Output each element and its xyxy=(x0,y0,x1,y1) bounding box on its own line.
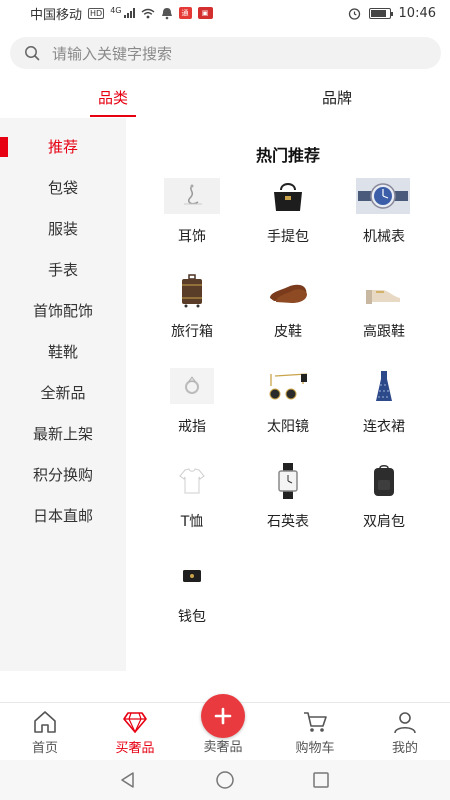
product-category-label: 耳饰 xyxy=(178,229,206,245)
battery-icon xyxy=(368,7,393,19)
heels-icon xyxy=(356,273,412,309)
ring-icon xyxy=(170,368,214,404)
backpack-icon xyxy=(356,463,412,499)
nav-home[interactable]: 首页 xyxy=(0,703,90,761)
sidebar-item-brand-new[interactable]: 全新品 xyxy=(0,372,126,413)
status-bar: 中国移动 HD 4G 通 ▣ 10:46 xyxy=(0,0,450,26)
product-category-label: 戒指 xyxy=(178,419,206,435)
product-category-label: 皮鞋 xyxy=(274,324,302,340)
nav-profile-label: 我的 xyxy=(391,741,418,756)
status-right: 10:46 xyxy=(348,6,436,21)
search-placeholder: 请输入关键字搜索 xyxy=(52,44,173,63)
nav-cart[interactable]: 购物车 xyxy=(270,703,360,761)
home-icon xyxy=(34,711,56,733)
sidebar-item-bags[interactable]: 包袋 xyxy=(0,167,126,208)
product-category-label: T恤 xyxy=(180,514,204,530)
handbag-icon xyxy=(260,178,316,214)
product-category-label: 太阳镜 xyxy=(267,419,309,435)
home-system-button[interactable] xyxy=(214,770,236,790)
sidebar-item-points-exchange[interactable]: 积分换购 xyxy=(0,454,126,495)
nav-buy-luxury-label: 买奢品 xyxy=(115,741,155,756)
plus-icon xyxy=(214,707,232,725)
recents-square-icon xyxy=(313,772,329,788)
back-triangle-icon xyxy=(121,772,134,788)
suitcase-icon xyxy=(164,273,220,309)
product-category-tshirt[interactable]: T恤 xyxy=(142,463,242,543)
sidebar-item-recommend[interactable]: 推荐 xyxy=(0,126,126,167)
nav-sell-luxury-label[interactable]: 卖奢品 xyxy=(178,736,268,755)
product-category-label: 双肩包 xyxy=(363,514,405,530)
product-category-label: 钱包 xyxy=(178,609,206,625)
signal-icon xyxy=(123,8,135,18)
product-category-label: 高跟鞋 xyxy=(363,324,405,340)
sidebar-item-watches[interactable]: 手表 xyxy=(0,249,126,290)
wallet-icon xyxy=(164,558,220,594)
quartz-watch-icon xyxy=(260,463,316,499)
tshirt-icon xyxy=(164,463,220,499)
sidebar-item-japan-direct[interactable]: 日本直邮 xyxy=(0,495,126,536)
carrier-name: 中国移动 xyxy=(30,7,83,23)
product-category-label: 连衣裙 xyxy=(363,419,405,435)
earring-icon xyxy=(164,178,220,214)
nav-profile[interactable]: 我的 xyxy=(360,703,450,761)
product-category-mechanical-watch[interactable]: 机械表 xyxy=(334,178,434,258)
app-news-icon: ▣ xyxy=(197,7,213,19)
sell-luxury-button[interactable] xyxy=(201,694,245,738)
sidebar-item-clothing[interactable]: 服装 xyxy=(0,208,126,249)
sidebar-item-new-arrivals[interactable]: 最新上架 xyxy=(0,413,126,454)
status-left: 中国移动 HD 4G 通 ▣ xyxy=(30,4,213,23)
user-icon xyxy=(394,712,416,734)
nav-home-label: 首页 xyxy=(31,741,58,756)
app-notice-icon: 通 xyxy=(178,7,192,19)
product-category-sunglasses[interactable]: 太阳镜 xyxy=(238,368,338,448)
back-button[interactable] xyxy=(117,770,139,790)
wifi-icon xyxy=(141,8,154,18)
nav-cart-label: 购物车 xyxy=(295,741,335,756)
tab-brand[interactable]: 品牌 xyxy=(314,76,360,118)
product-category-backpack[interactable]: 双肩包 xyxy=(334,463,434,543)
product-category-dress[interactable]: 连衣裙 xyxy=(334,368,434,448)
watch-icon xyxy=(356,178,410,214)
system-nav-bar xyxy=(0,760,450,800)
search-icon xyxy=(25,46,40,61)
product-category-high-heels[interactable]: 高跟鞋 xyxy=(334,273,434,353)
diamond-icon xyxy=(123,712,147,734)
status-time: 10:46 xyxy=(398,5,436,21)
sidebar-item-jewelry[interactable]: 首饰配饰 xyxy=(0,290,126,331)
hd-badge: HD xyxy=(88,7,105,19)
sidebar-item-shoes[interactable]: 鞋靴 xyxy=(0,331,126,372)
battery-level xyxy=(370,9,386,17)
category-sidebar: 推荐 包袋 服装 手表 首饰配饰 鞋靴 全新品 最新上架 积分换购 日本直邮 xyxy=(0,118,126,671)
notification-icon xyxy=(161,7,172,19)
category-tabs: 品类 品牌 xyxy=(0,76,450,118)
section-title: 热门推荐 xyxy=(255,146,320,165)
recents-button[interactable] xyxy=(310,770,332,790)
alarm-icon xyxy=(348,7,360,20)
product-category-suitcase[interactable]: 旅行箱 xyxy=(142,273,242,353)
dress-icon xyxy=(356,368,412,404)
search-input[interactable]: 请输入关键字搜索 xyxy=(10,37,441,69)
product-category-label: 石英表 xyxy=(267,514,309,530)
product-category-label: 手提包 xyxy=(267,229,309,245)
sunglasses-icon xyxy=(260,368,316,404)
network-type: 4G xyxy=(110,5,122,15)
home-circle-icon xyxy=(216,771,234,789)
product-category-leather-shoes[interactable]: 皮鞋 xyxy=(238,273,338,353)
product-category-handbag[interactable]: 手提包 xyxy=(238,178,338,258)
cart-icon xyxy=(304,712,327,732)
active-tab-indicator xyxy=(90,115,136,117)
product-category-wallet[interactable]: 钱包 xyxy=(142,558,242,638)
product-category-label: 旅行箱 xyxy=(171,324,213,340)
product-category-quartz-watch[interactable]: 石英表 xyxy=(238,463,338,543)
tab-category[interactable]: 品类 xyxy=(90,76,136,118)
product-category-label: 机械表 xyxy=(363,229,405,245)
nav-buy-luxury[interactable]: 买奢品 xyxy=(90,703,180,761)
product-category-earrings[interactable]: 耳饰 xyxy=(142,178,242,258)
product-category-rings[interactable]: 戒指 xyxy=(142,368,242,448)
loafer-icon xyxy=(260,273,316,309)
